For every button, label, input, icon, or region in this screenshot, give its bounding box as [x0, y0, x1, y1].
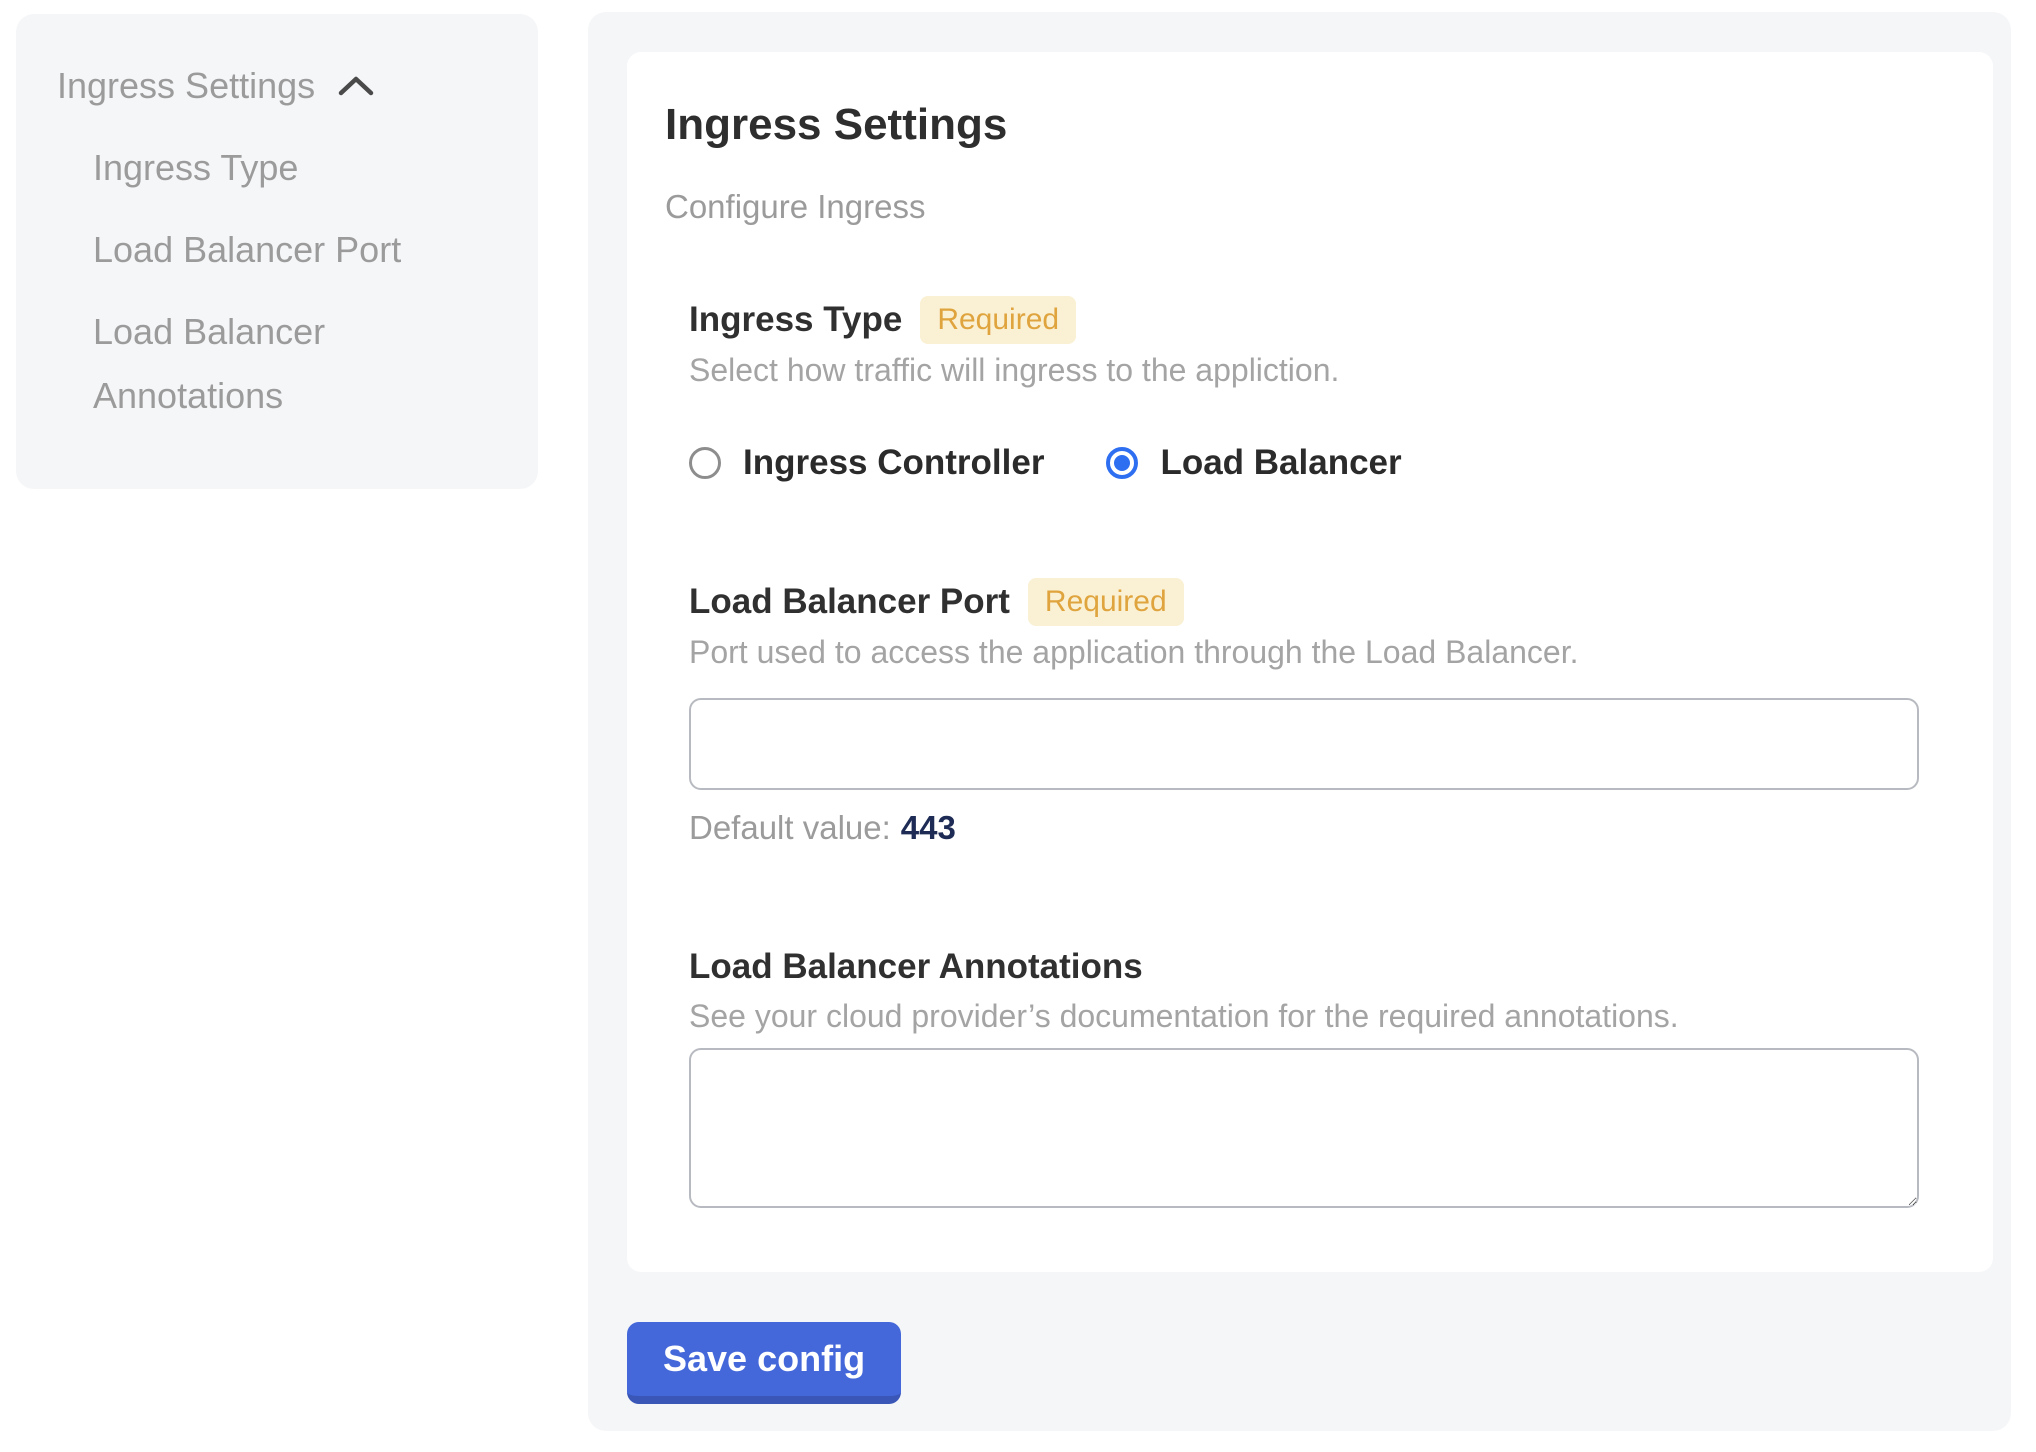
section-load-balancer-port: Load Balancer Port Required Port used to…	[689, 578, 1919, 846]
ingress-settings-card: Ingress Settings Configure Ingress Ingre…	[627, 52, 1993, 1272]
radio-option-label: Load Balancer	[1160, 441, 1401, 485]
section-description: Select how traffic will ingress to the a…	[689, 352, 1919, 388]
section-load-balancer-annotations: Load Balancer Annotations See your cloud…	[689, 944, 1919, 1208]
load-balancer-annotations-textarea[interactable]	[689, 1048, 1919, 1208]
section-title: Ingress Type	[689, 297, 902, 343]
ingress-type-radio-group: Ingress Controller Load Balancer	[689, 440, 1919, 486]
page-subtitle: Configure Ingress	[665, 188, 1919, 226]
section-title: Load Balancer Port	[689, 579, 1010, 625]
sidebar-item-load-balancer-annotations[interactable]: Load Balancer Annotations	[16, 300, 436, 428]
required-badge: Required	[1028, 578, 1184, 626]
section-description: Port used to access the application thro…	[689, 634, 1919, 670]
radio-option-ingress-controller[interactable]: Ingress Controller	[689, 441, 1044, 485]
chevron-up-icon[interactable]	[337, 75, 375, 97]
default-value-label: Default value:	[689, 809, 891, 846]
required-badge: Required	[920, 296, 1076, 344]
radio-button-icon[interactable]	[689, 447, 721, 479]
sidebar-item-ingress-type[interactable]: Ingress Type	[16, 136, 538, 200]
sidebar-item-ingress-settings[interactable]: Ingress Settings	[16, 54, 538, 118]
radio-option-label: Ingress Controller	[743, 441, 1044, 485]
settings-nav-sidebar: Ingress Settings Ingress Type Load Balan…	[16, 14, 538, 489]
section-description: See your cloud provider’s documentation …	[689, 998, 1919, 1034]
sidebar-item-label: Ingress Settings	[57, 54, 315, 118]
main-panel: Ingress Settings Configure Ingress Ingre…	[588, 12, 2011, 1431]
section-title: Load Balancer Annotations	[689, 944, 1143, 990]
save-config-button[interactable]: Save config	[627, 1322, 901, 1404]
page-title: Ingress Settings	[665, 100, 1919, 150]
default-value-note: Default value: 443	[689, 810, 1919, 846]
sidebar-item-load-balancer-port[interactable]: Load Balancer Port	[16, 218, 538, 282]
section-ingress-type: Ingress Type Required Select how traffic…	[689, 296, 1919, 486]
form-sections: Ingress Type Required Select how traffic…	[689, 296, 1919, 1208]
default-value-number: 443	[901, 809, 956, 846]
radio-option-load-balancer[interactable]: Load Balancer	[1106, 441, 1401, 485]
radio-button-icon[interactable]	[1106, 447, 1138, 479]
load-balancer-port-input[interactable]	[689, 698, 1919, 790]
